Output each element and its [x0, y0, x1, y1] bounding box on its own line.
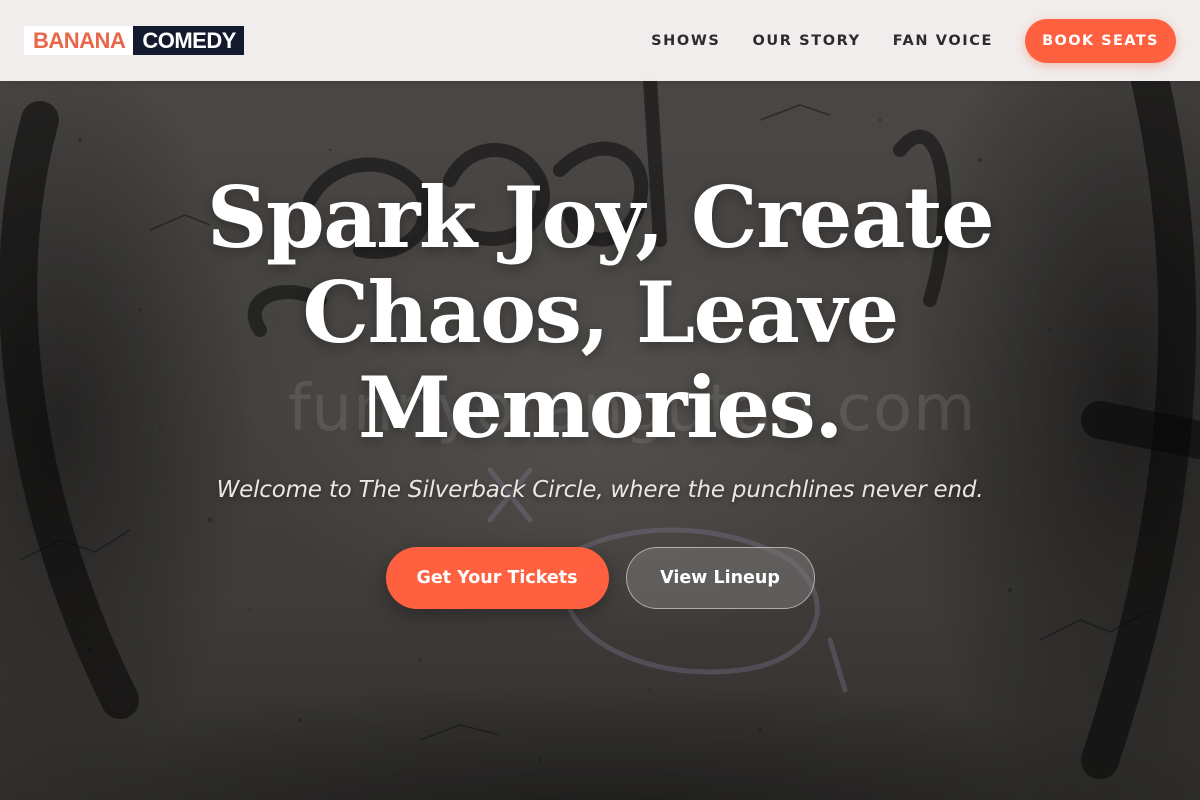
brand-logo[interactable]: BANANA COMEDY — [24, 26, 244, 55]
logo-word-comedy: COMEDY — [133, 26, 244, 55]
navbar: BANANA COMEDY SHOWS OUR STORY FAN VOICE … — [0, 0, 1200, 81]
hero-title: Spark Joy, Create Chaos, Leave Memories. — [206, 168, 995, 457]
nav-link-our-story[interactable]: OUR STORY — [752, 33, 860, 49]
page: funnyorangutan.com BANANA COMEDY SHOWS O… — [0, 0, 1200, 800]
hero-button-group: Get Your Tickets View Lineup — [0, 547, 1200, 609]
book-seats-button[interactable]: BOOK SEATS — [1025, 18, 1176, 63]
nav-link-fan-voice[interactable]: FAN VOICE — [893, 33, 993, 49]
hero-subtitle: Welcome to The Silverback Circle, where … — [216, 477, 984, 503]
main-nav: SHOWS OUR STORY FAN VOICE BOOK SEATS — [651, 18, 1176, 63]
nav-link-shows[interactable]: SHOWS — [651, 33, 720, 49]
view-lineup-button[interactable]: View Lineup — [625, 547, 815, 609]
logo-word-banana: BANANA — [24, 26, 134, 55]
get-tickets-button[interactable]: Get Your Tickets — [385, 547, 609, 609]
hero-section: Spark Joy, Create Chaos, Leave Memories.… — [0, 170, 1200, 609]
